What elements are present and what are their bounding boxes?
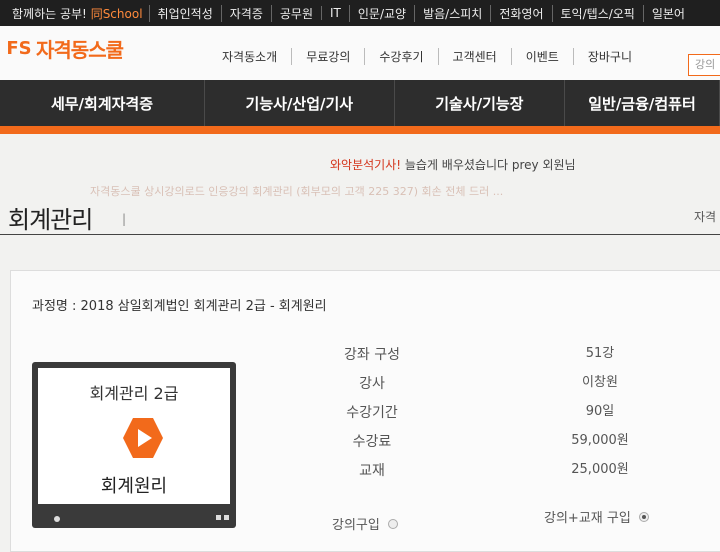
info-label-period: 수강기간 [346,405,398,421]
top-link-phone-english[interactable]: 전화영어 [490,4,551,22]
course-name: 과정명 : 2018 삼일회계법인 회계관리 2급 - 회계원리 [32,299,327,314]
nav-reviews[interactable]: 수강후기 [364,48,437,65]
thumbnail-screen: 회계관리 2급 회계원리 [38,368,230,504]
site-logo[interactable]: FS 자격동스쿨 [6,34,124,63]
nav-about[interactable]: 자격동소개 [218,48,291,65]
top-link-japanese[interactable]: 일본어 [642,4,693,22]
category-bar: 세무/회계자격증 기능사/산업/기사 기술사/기능장 일반/금융/컴퓨터 [0,80,720,126]
info-label-instructor: 강사 [359,376,385,392]
notice-suffix: 외원님 [538,158,576,172]
info-label-textbook: 교재 [359,463,385,479]
top-link-speech[interactable]: 발음/스피치 [414,4,490,22]
thumbnail-title: 회계관리 2급 [89,384,179,403]
top-link-toeic[interactable]: 토익/텝스/오픽 [551,4,643,22]
title-divider [0,234,720,235]
page-title: 회계관리 [8,206,93,234]
course-thumbnail[interactable]: 회계관리 2급 회계원리 [32,362,236,528]
top-link-humanities[interactable]: 인문/교양 [348,4,414,22]
category-tax-accounting[interactable]: 세무/회계자격증 [0,80,206,126]
category-general-finance[interactable]: 일반/금융/컴퓨터 [565,80,720,126]
top-link-license[interactable]: 자격증 [220,4,271,22]
purchase-lecture-label: 강의구입 [332,518,380,533]
info-value-textbook: 25,000원 [571,462,629,477]
category-master-craftsman[interactable]: 기술사/기능장 [395,80,566,126]
info-value-instructor: 이창원 [582,375,618,390]
purchase-lecture-book-radio[interactable] [638,511,649,522]
control-icon [224,515,229,520]
notice-ticker[interactable]: 와악분석기사! 늘습게 배우셨습니다 prey 외원님 [330,156,576,173]
header-nav: 자격동소개 무료강의 수강후기 고객센터 이벤트 장바구니 [218,48,646,65]
top-link-civil-service[interactable]: 공무원 [270,4,321,22]
power-dot-icon [54,516,60,522]
top-link-aptitude[interactable]: 취업인적성 [148,4,221,22]
nav-cart[interactable]: 장바구니 [572,48,646,65]
logo-text: 자격동스쿨 [36,38,124,62]
nav-free-lectures[interactable]: 무료강의 [291,48,364,65]
control-icon [216,515,221,520]
faded-ticker-line: 자격동스쿨 상시강의로드 인응강의 회계관리 (회부모의 고객 225 327)… [90,185,504,198]
info-label-lectures: 강좌 구성 [344,347,400,363]
logo-mark-icon: FS [6,38,32,59]
search-input[interactable]: 강의 [688,54,720,76]
purchase-lecture-book-option[interactable]: 강의+교재 구입 [544,507,649,526]
thumbnail-subtitle: 회계원리 [100,476,168,497]
info-value-fee: 59,000원 [571,433,629,448]
school-brand: 同School [90,6,143,21]
play-icon[interactable] [123,418,163,458]
info-label-fee: 수강료 [352,434,392,450]
info-value-lectures: 51강 [585,346,615,361]
nav-customer-center[interactable]: 고객센터 [437,48,511,65]
category-accent-line [0,126,720,134]
info-value-period: 90일 [585,404,615,419]
category-technician[interactable]: 기능사/산업/기사 [205,80,395,126]
top-link-it[interactable]: IT [320,6,349,20]
site-header: FS 자격동스쿨 자격동소개 무료강의 수강후기 고객센터 이벤트 장바구니 강… [0,26,720,81]
nav-events[interactable]: 이벤트 [510,48,573,65]
purchase-lecture-book-label: 강의+교재 구입 [544,511,631,526]
notice-highlight: 와악분석기사! [330,158,402,172]
notice-text: 늘습게 배우셨습니다 prey [401,158,539,172]
purchase-lecture-option[interactable]: 강의구입 [332,514,398,533]
purchase-lecture-radio[interactable] [387,518,398,529]
top-link-bar: 함께하는 공부! 同School 취업인적성 자격증 공무원 IT 인문/교양 … [0,0,720,26]
top-link-school[interactable]: 함께하는 공부! 同School [0,5,149,22]
title-separator: | [122,212,127,226]
title-breadcrumb[interactable]: 자격 [694,208,716,225]
